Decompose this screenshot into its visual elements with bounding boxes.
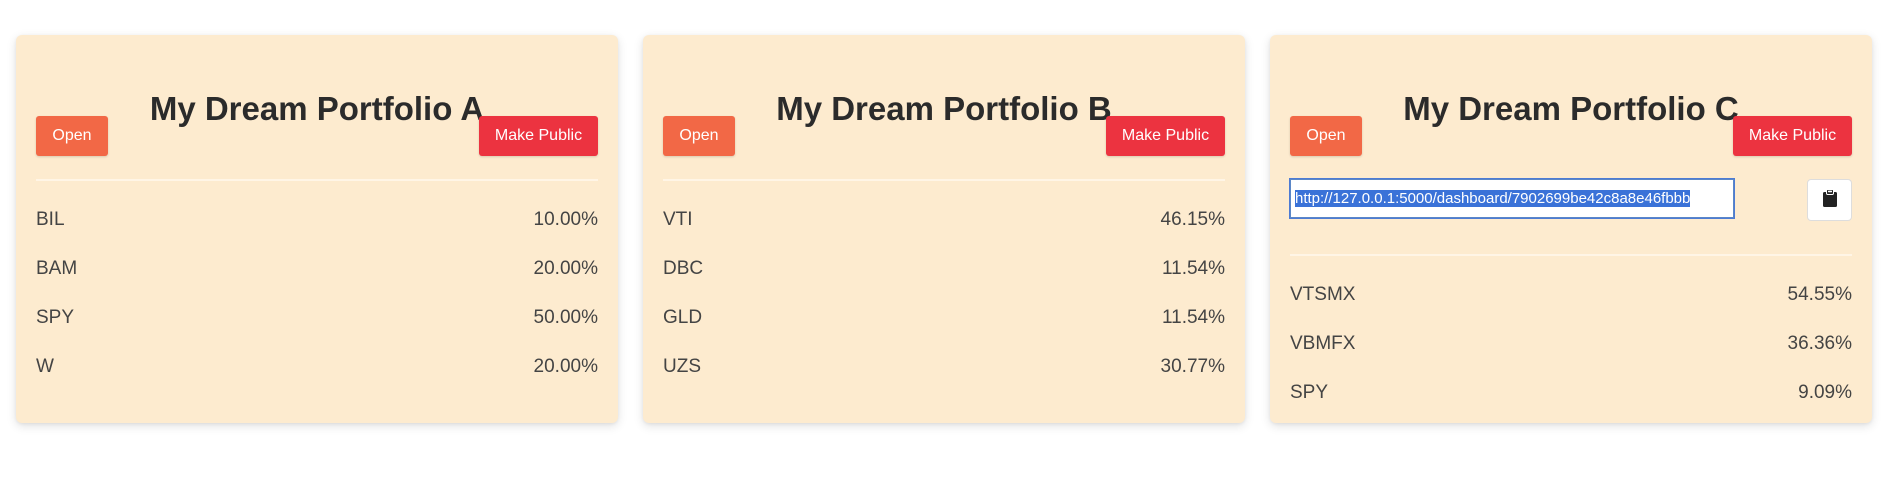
holding-weight: 50.00% [533, 306, 598, 328]
portfolio-card-a: My Dream Portfolio A Open Make Public BI… [16, 35, 618, 423]
make-public-button[interactable]: Make Public [479, 116, 598, 156]
holding-weight: 11.54% [1161, 306, 1225, 328]
holding-row: BAM 20.00% [36, 244, 598, 293]
holding-ticker: SPY [1290, 381, 1329, 403]
make-public-button[interactable]: Make Public [1106, 116, 1225, 156]
holding-weight: 30.77% [1160, 355, 1225, 377]
holding-row: BIL 10.00% [36, 195, 598, 244]
holdings-list: BIL 10.00% BAM 20.00% SPY 50.00% W 20.00… [36, 195, 598, 391]
holding-row: VTI 46.15% [663, 195, 1225, 244]
holding-ticker: BAM [36, 257, 78, 279]
holding-ticker: DBC [663, 257, 704, 279]
portfolio-list: My Dream Portfolio A Open Make Public BI… [0, 0, 1888, 483]
portfolio-card-b: My Dream Portfolio B Open Make Public VT… [643, 35, 1245, 423]
holding-weight: 20.00% [533, 355, 598, 377]
holding-ticker: W [36, 355, 54, 377]
holding-ticker: VTSMX [1290, 283, 1356, 305]
open-button[interactable]: Open [1290, 116, 1362, 156]
holding-ticker: SPY [36, 306, 75, 328]
holding-weight: 10.00% [533, 208, 598, 230]
make-public-button[interactable]: Make Public [1733, 116, 1852, 156]
holding-ticker: VBMFX [1290, 332, 1356, 354]
holding-weight: 20.00% [533, 257, 598, 279]
divider [36, 179, 598, 181]
holding-ticker: BIL [36, 208, 65, 230]
holding-ticker: UZS [663, 355, 701, 377]
holding-row: SPY 9.09% [1290, 368, 1852, 417]
holding-row: SPY 50.00% [36, 293, 598, 342]
holding-ticker: GLD [663, 306, 703, 328]
open-button[interactable]: Open [663, 116, 735, 156]
holdings-list: VTSMX 54.55% VBMFX 36.36% SPY 9.09% [1290, 270, 1852, 417]
share-url-text: http://127.0.0.1:5000/dashboard/7902699b… [1295, 190, 1691, 207]
holding-weight: 9.09% [1798, 381, 1852, 403]
holding-ticker: VTI [663, 208, 693, 230]
portfolio-card-c: My Dream Portfolio C Open Make Public ht… [1270, 35, 1872, 423]
divider [663, 179, 1225, 181]
holding-weight: 54.55% [1787, 283, 1852, 305]
holding-row: DBC 11.54% [663, 244, 1225, 293]
open-button[interactable]: Open [36, 116, 108, 156]
holding-row: UZS 30.77% [663, 342, 1225, 391]
share-url-field[interactable]: http://127.0.0.1:5000/dashboard/7902699b… [1289, 178, 1735, 219]
holding-weight: 46.15% [1160, 208, 1225, 230]
holding-row: VBMFX 36.36% [1290, 319, 1852, 368]
divider [1290, 254, 1852, 256]
copy-link-button[interactable] [1807, 179, 1852, 221]
holdings-list: VTI 46.15% DBC 11.54% GLD 11.54% UZS 30.… [663, 195, 1225, 391]
holding-weight: 36.36% [1787, 332, 1852, 354]
holding-row: VTSMX 54.55% [1290, 270, 1852, 319]
holding-row: GLD 11.54% [663, 293, 1225, 342]
holding-weight: 11.54% [1161, 257, 1225, 279]
holding-row: W 20.00% [36, 342, 598, 391]
clipboard-icon [1822, 188, 1837, 212]
